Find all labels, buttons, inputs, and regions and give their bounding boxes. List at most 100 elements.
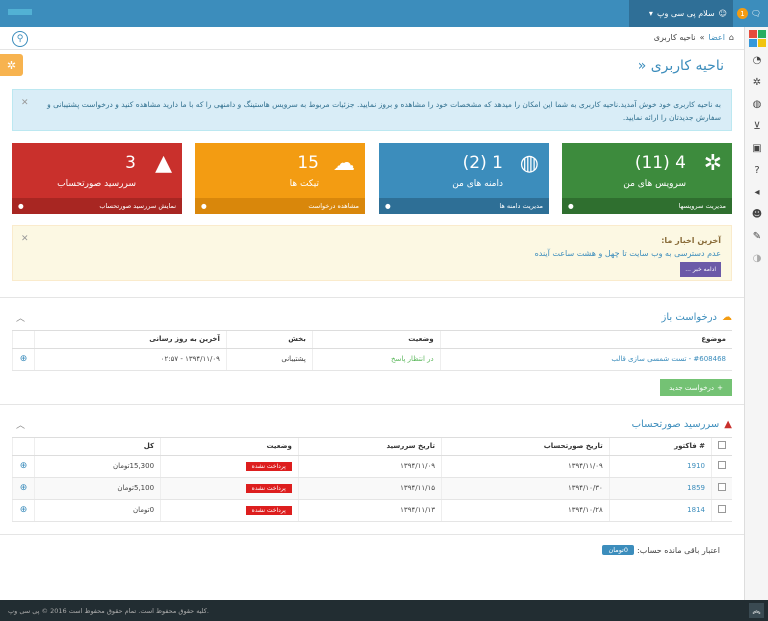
stat-label: تیکت ها (289, 179, 319, 189)
invoice-date: ۱۳۹۴/۱۰/۲۸ (440, 499, 610, 522)
globe-icon: ◍ (519, 151, 539, 176)
money-icon[interactable]: ▣ (745, 137, 768, 159)
scroll-top-icon[interactable]: ︽ (749, 603, 764, 618)
globe-icon[interactable]: ◍ (745, 93, 768, 115)
column-header[interactable]: تاریخ سررسید (297, 438, 442, 456)
zoom-icon[interactable]: ⊕ (12, 499, 35, 522)
help-icon[interactable]: ? (745, 159, 768, 181)
home-icon[interactable]: ⌂ (729, 33, 734, 42)
right-sidebar: ◔ ✲ ◍ ⊻ ▣ ? ◂ ☻ ✎ ◑ (744, 27, 768, 600)
notification-count: 1 (736, 8, 748, 19)
column-header[interactable]: وضعیت (160, 438, 299, 456)
news-text[interactable]: عدم دسترسی به وب سایت تا چهل و هشت ساعت … (23, 247, 721, 260)
close-icon[interactable]: ✕ (21, 97, 29, 110)
news-title: آخرین اخبار ما: (661, 236, 721, 245)
news-alert: ✕ آخرین اخبار ما: عدم دسترسی به وب سایت … (12, 225, 732, 281)
gears-icon[interactable]: ✲ (745, 71, 768, 93)
status-badge: پرداخت نشده (245, 506, 292, 515)
bullhorn-icon[interactable]: ◂ (745, 181, 768, 203)
invoice-id-link[interactable]: 1910 (687, 462, 705, 470)
invoice-total: 5,100تومان (33, 477, 161, 500)
new-ticket-button[interactable]: + درخواست جدید (660, 379, 732, 396)
table-row[interactable]: 1910 ۱۳۹۴/۱۱/۰۹ ۱۳۹۴/۱۱/۰۹ پرداخت نشده 1… (12, 455, 732, 478)
logo[interactable] (8, 9, 32, 15)
arrow-circle-icon: ● (201, 202, 207, 210)
stat-footer-link[interactable]: مدیریت سرویسها (679, 202, 726, 210)
open-tickets-panel: ☁ درخواست باز ︿ موضوع وضعیت بخش آخرین به … (12, 305, 732, 371)
column-header[interactable]: وضعیت (311, 331, 441, 349)
invoice-total: 15,300تومان (33, 455, 161, 478)
table-row[interactable]: 1814 ۱۳۹۴/۱۰/۲۸ ۱۳۹۴/۱۱/۱۳ پرداخت نشده 0… (12, 499, 732, 522)
table-row[interactable]: #608468 - تست شمسی سازی قالب در انتظار پ… (12, 348, 732, 371)
column-header-empty (12, 331, 35, 349)
arrow-circle-icon: ● (385, 202, 391, 210)
column-header[interactable]: تاریخ صورتحساب (440, 438, 610, 456)
apps-grid-icon[interactable] (745, 27, 768, 49)
divider (0, 49, 744, 50)
user-menu[interactable]: ▾ سلام پی سی وپ ☺ (629, 0, 733, 27)
ticket-dept: پشتیبانی (225, 348, 313, 371)
users-icon[interactable]: ☻ (745, 203, 768, 225)
stat-footer-link[interactable]: مشاهده درخواست (308, 202, 359, 210)
invoice-id-link[interactable]: 1859 (687, 484, 705, 492)
stat-tickets[interactable]: ☁ 15 تیکت ها مشاهده درخواست ● (195, 143, 365, 214)
main-content: ⚲ ⌂ اعضا » ناحیه کاربری ✲ ناحیه کاربری «… (0, 27, 744, 600)
invoices-table: # فاکتور تاریخ صورتحساب تاریخ سررسید وضع… (12, 438, 732, 522)
chevron-up-icon[interactable]: ︿ (12, 311, 25, 324)
credit-value: 0تومان (602, 545, 634, 555)
ticket-subject-link[interactable]: #608468 - تست شمسی سازی قالب (611, 355, 726, 363)
breadcrumb: ⌂ اعضا » ناحیه کاربری (654, 33, 734, 42)
stat-due-invoices[interactable]: ▲ 3 سررسید صورتحساب نمایش سررسید صورتحسا… (12, 143, 182, 214)
comments-icon: ☁ (722, 312, 732, 323)
stat-number: 15 (297, 153, 319, 173)
tickets-table: موضوع وضعیت بخش آخرین به روز رسانی #6084… (12, 331, 732, 371)
pencil-icon[interactable]: ✎ (745, 225, 768, 247)
comments-icon: 🗨 (750, 9, 762, 18)
divider (0, 297, 744, 298)
invoice-total: 0تومان (33, 499, 161, 522)
cart-icon[interactable]: ⊻ (745, 115, 768, 137)
zoom-icon[interactable]: ⊕ (12, 477, 35, 500)
chevron-up-icon[interactable]: ︿ (12, 418, 25, 431)
stat-number: 4 (11) (634, 153, 686, 173)
breadcrumb-home-link[interactable]: اعضا (709, 33, 725, 42)
table-row[interactable]: 1859 ۱۳۹۴/۱۰/۳۰ ۱۳۹۴/۱۱/۱۵ پرداخت نشده 5… (12, 477, 732, 500)
stat-services[interactable]: ✲ 4 (11) سرویس های من مدیریت سرویسها ● (562, 143, 732, 214)
ticket-status: در انتظار پاسخ (311, 348, 441, 371)
select-all-checkbox[interactable] (718, 441, 726, 450)
stat-footer-link[interactable]: نمایش سررسید صورتحساب (99, 202, 176, 210)
row-checkbox[interactable] (718, 461, 726, 469)
welcome-alert: ✕ به ناحیه کاربری خود خوش آمدید.ناحیه کا… (12, 89, 732, 131)
settings-gear-icon[interactable]: ✲ (0, 54, 23, 76)
stat-number: 1 (2) (462, 153, 503, 173)
stats-panels: ✲ 4 (11) سرویس های من مدیریت سرویسها ● ◍ … (12, 143, 732, 214)
column-header[interactable]: # فاکتور (608, 438, 712, 456)
stat-footer-link[interactable]: مدیریت دامنه ها (499, 202, 543, 210)
row-checkbox[interactable] (718, 483, 726, 491)
dashboard-icon[interactable]: ◔ (745, 49, 768, 71)
notifications-button[interactable]: 1 🗨 (734, 0, 764, 27)
zoom-icon[interactable]: ⊕ (12, 455, 35, 478)
close-icon[interactable]: ✕ (21, 233, 29, 246)
invoice-date: ۱۳۹۴/۱۱/۰۹ (440, 455, 610, 478)
search-icon[interactable]: ⚲ (12, 31, 28, 47)
column-header[interactable]: آخرین به روز رسانی (34, 331, 227, 349)
divider (0, 404, 744, 405)
column-header[interactable]: کل (33, 438, 161, 456)
collapse-icon[interactable]: ◑ (745, 247, 768, 269)
read-more-button[interactable]: ادامه خبر ... (680, 262, 721, 277)
column-header[interactable]: بخش (225, 331, 313, 349)
invoice-due: ۱۳۹۴/۱۱/۰۹ (297, 455, 442, 478)
column-header-empty (12, 438, 35, 456)
invoice-id-link[interactable]: 1814 (687, 506, 705, 514)
panel-title: سررسید صورتحساب (631, 419, 720, 430)
row-checkbox[interactable] (718, 505, 726, 513)
invoice-due: ۱۳۹۴/۱۱/۱۵ (297, 477, 442, 500)
stat-domains[interactable]: ◍ 1 (2) دامنه های من مدیریت دامنه ها ● (379, 143, 549, 214)
zoom-icon[interactable]: ⊕ (12, 348, 35, 371)
column-header[interactable]: موضوع (439, 331, 732, 349)
warning-icon: ▲ (155, 151, 172, 176)
user-icon: ☺ (718, 9, 727, 18)
account-credit: اعتبار باقی مانده حساب: 0تومان (602, 545, 720, 555)
stat-label: سررسید صورتحساب (57, 179, 136, 189)
